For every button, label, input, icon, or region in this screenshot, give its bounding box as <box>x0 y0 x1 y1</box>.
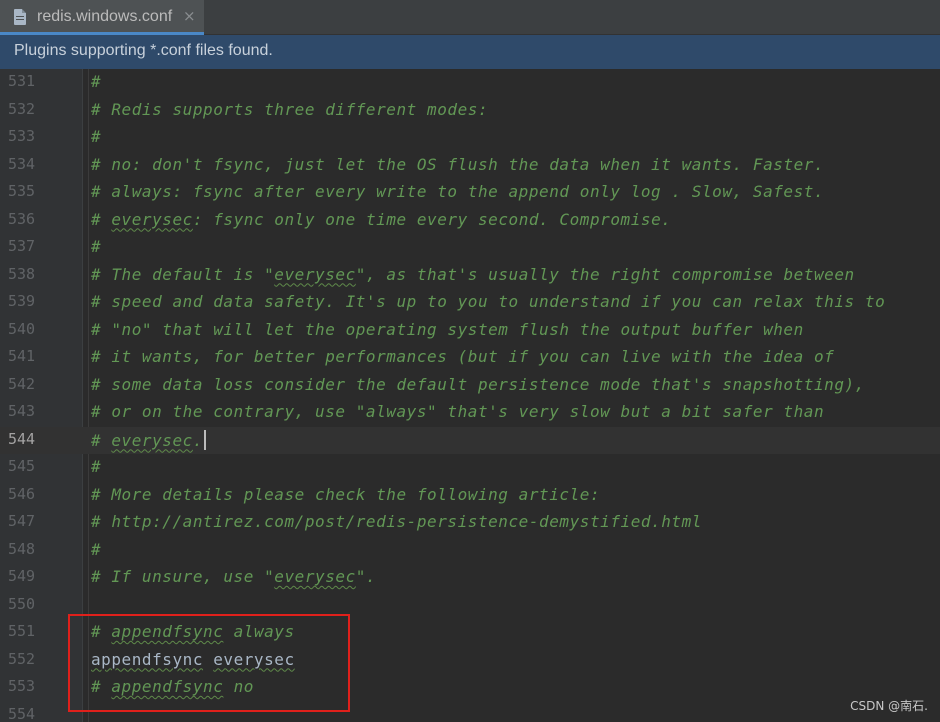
code-line-541[interactable]: 541 # it wants, for better performances (… <box>0 344 940 372</box>
line-number: 542 <box>8 374 36 393</box>
code-line-531[interactable]: 531 # <box>0 69 940 97</box>
line-number: 552 <box>8 649 36 668</box>
code-line-551[interactable]: 551 # appendfsync always <box>0 619 940 647</box>
code-line-552[interactable]: 552 appendfsync everysec <box>0 647 940 675</box>
plugin-notification-banner: Plugins supporting *.conf files found. <box>0 35 940 69</box>
line-number: 543 <box>8 402 36 420</box>
line-number: 548 <box>8 539 36 558</box>
code-text[interactable]: # no: don't fsync, just let the OS flush… <box>91 155 824 174</box>
code-line-534[interactable]: 534 # no: don't fsync, just let the OS fl… <box>0 152 940 180</box>
code-line-553[interactable]: 553 # appendfsync no <box>0 674 940 702</box>
editor-tab-bar: redis.windows.conf × <box>0 0 940 35</box>
line-number: 532 <box>8 99 36 118</box>
code-line-539[interactable]: 539 # speed and data safety. It's up to y… <box>0 289 940 317</box>
code-text[interactable]: # The default is "everysec", as that's u… <box>91 265 855 284</box>
line-number: 539 <box>8 292 36 310</box>
code-line-546[interactable]: 546 # More details please check the follo… <box>0 482 940 510</box>
code-text[interactable]: # it wants, for better performances (but… <box>91 347 834 366</box>
code-text[interactable]: # <box>91 457 101 476</box>
banner-text: Plugins supporting *.conf files found. <box>14 42 273 59</box>
line-number: 536 <box>8 209 36 228</box>
code-text[interactable]: # <box>91 127 101 146</box>
line-number: 547 <box>8 512 36 530</box>
code-text[interactable]: # everysec. <box>91 429 207 450</box>
line-number: 538 <box>8 264 36 283</box>
code-line-536[interactable]: 536 # everysec: fsync only one time every… <box>0 207 940 235</box>
code-line-535[interactable]: 535 # always: fsync after every write to … <box>0 179 940 207</box>
code-text[interactable]: # <box>91 237 101 256</box>
line-number: 549 <box>8 567 36 585</box>
code-text[interactable]: # http://antirez.com/post/redis-persiste… <box>91 512 702 531</box>
line-number: 540 <box>8 319 36 338</box>
code-line-544[interactable]: 544 # everysec. <box>0 426 940 454</box>
line-number: 531 <box>8 72 36 90</box>
line-number: 551 <box>8 622 36 640</box>
code-line-532[interactable]: 532 # Redis supports three different mode… <box>0 97 940 125</box>
line-number: 550 <box>8 594 36 613</box>
code-line-538[interactable]: 538 # The default is "everysec", as that'… <box>0 262 940 290</box>
code-text[interactable]: appendfsync everysec <box>91 650 295 669</box>
code-line-540[interactable]: 540 # "no" that will let the operating sy… <box>0 317 940 345</box>
code-line-549[interactable]: 549 # If unsure, use "everysec". <box>0 564 940 592</box>
code-line-547[interactable]: 547 # http://antirez.com/post/redis-persi… <box>0 509 940 537</box>
code-line-537[interactable]: 537 # <box>0 234 940 262</box>
close-icon[interactable]: × <box>183 7 196 25</box>
code-line-545[interactable]: 545 # <box>0 454 940 482</box>
line-number: 554 <box>8 704 36 722</box>
tab-label: redis.windows.conf <box>37 8 173 25</box>
code-line-533[interactable]: 533 # <box>0 124 940 152</box>
code-text[interactable]: # everysec: fsync only one time every se… <box>91 210 671 229</box>
code-text[interactable]: # "no" that will let the operating syste… <box>91 320 804 339</box>
line-number: 544 <box>8 429 36 448</box>
text-caret <box>204 429 207 450</box>
watermark: CSDN @南石. <box>850 699 928 713</box>
code-text[interactable]: # speed and data safety. It's up to you … <box>91 292 885 311</box>
code-line-548[interactable]: 548 # <box>0 537 940 565</box>
line-number: 534 <box>8 154 36 173</box>
line-number: 545 <box>8 457 36 475</box>
code-text[interactable]: # <box>91 72 101 91</box>
code-line-542[interactable]: 542 # some data loss consider the default… <box>0 372 940 400</box>
code-text[interactable]: # appendfsync always <box>91 622 295 641</box>
code-editor[interactable]: 531 #532 # Redis supports three different … <box>0 69 940 722</box>
line-number: 541 <box>8 347 36 365</box>
line-number: 537 <box>8 237 36 255</box>
line-number: 533 <box>8 127 36 145</box>
code-text[interactable]: # More details please check the followin… <box>91 485 600 504</box>
code-line-550[interactable]: 550 <box>0 592 940 620</box>
code-text[interactable]: # Redis supports three different modes: <box>91 100 488 119</box>
code-text[interactable]: # or on the contrary, use "always" that'… <box>91 402 824 421</box>
tab-redis-windows-conf[interactable]: redis.windows.conf × <box>0 0 204 35</box>
code-line-554[interactable]: 554 <box>0 702 940 722</box>
line-number: 546 <box>8 484 36 503</box>
code-text[interactable]: # some data loss consider the default pe… <box>91 375 865 394</box>
code-line-543[interactable]: 543 # or on the contrary, use "always" th… <box>0 399 940 427</box>
line-number: 553 <box>8 677 36 695</box>
code-text[interactable]: # always: fsync after every write to the… <box>91 182 824 201</box>
code-text[interactable]: # If unsure, use "everysec". <box>91 567 376 586</box>
line-number: 535 <box>8 182 36 200</box>
config-file-icon <box>14 9 26 25</box>
code-text[interactable]: # <box>91 540 101 559</box>
code-text[interactable]: # appendfsync no <box>91 677 254 696</box>
